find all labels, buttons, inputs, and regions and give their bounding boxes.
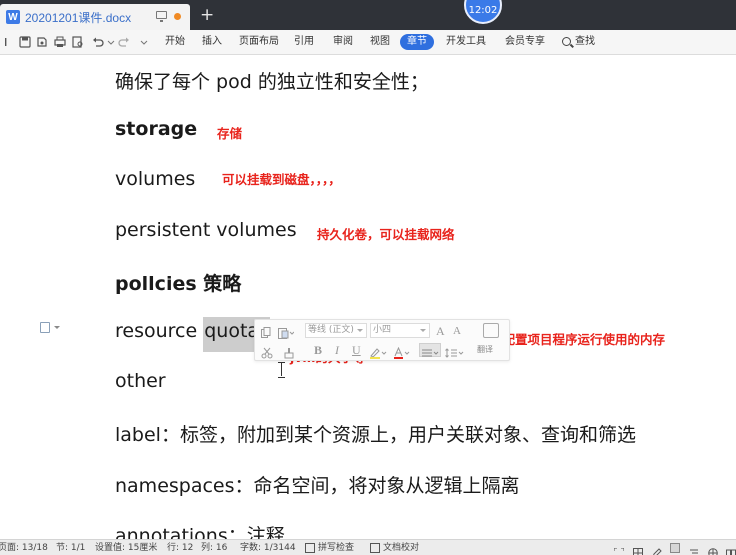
- resource-text: resource: [115, 320, 204, 342]
- highlight-color-icon[interactable]: [369, 344, 387, 359]
- status-word-count[interactable]: 字数: 1/3144: [240, 542, 296, 554]
- menu-page-layout[interactable]: 页面布局: [239, 35, 279, 49]
- title-bar: W 20201201课件.docx + 12:02: [0, 0, 736, 30]
- note-volumes: 可以挂载到磁盘，，，，: [222, 172, 341, 187]
- text-cursor-icon: [278, 362, 286, 378]
- menu-developer-tools[interactable]: 开发工具: [446, 35, 486, 49]
- ribbon-menu: 开始 插入 页面布局 引用 审阅 视图 章节 开发工具 会员专享 查找: [0, 30, 736, 55]
- cut-icon[interactable]: [261, 344, 273, 359]
- status-bar: 页面: 13/18 节: 1/1 设置值: 15厘米 行: 12 列: 16 字…: [0, 539, 736, 555]
- line-spacing-icon[interactable]: [445, 344, 465, 358]
- menu-home[interactable]: 开始: [165, 35, 185, 49]
- doc-line-storage: storage: [115, 118, 198, 140]
- menu-section[interactable]: 章节: [400, 34, 434, 50]
- customize-quick-access-icon[interactable]: [138, 36, 148, 48]
- translate-icon[interactable]: [483, 323, 499, 338]
- print-layout-icon[interactable]: [670, 543, 680, 553]
- search-icon[interactable]: [562, 37, 571, 46]
- translate-label[interactable]: 翻译: [477, 344, 493, 355]
- save-icon[interactable]: [19, 36, 31, 48]
- spell-check-icon[interactable]: [305, 543, 315, 553]
- clock-badge: 12:02: [464, 0, 502, 24]
- web-layout-icon[interactable]: [708, 543, 718, 555]
- font-family-select[interactable]: 等线 (正文): [305, 323, 367, 338]
- status-page[interactable]: 页面: 13/18: [0, 542, 48, 554]
- font-size-value: 小四: [373, 325, 392, 335]
- menu-lines-icon[interactable]: [4, 36, 16, 48]
- doc-line-annotations: annotations：注释: [115, 525, 285, 539]
- status-setting-value: 设置值: 15厘米: [95, 543, 158, 553]
- font-size-select[interactable]: 小四: [370, 323, 430, 338]
- pen-icon[interactable]: [652, 543, 662, 555]
- format-painter-icon[interactable]: [283, 344, 295, 359]
- document-tab-label: 20201201课件.docx: [25, 10, 132, 25]
- search-label[interactable]: 查找: [575, 35, 595, 49]
- reading-mode-icon[interactable]: [726, 543, 736, 555]
- font-color-icon[interactable]: [393, 344, 411, 359]
- doc-proofread-icon[interactable]: [370, 543, 380, 553]
- menu-review[interactable]: 审阅: [333, 35, 353, 49]
- doc-line-other: other: [115, 370, 166, 392]
- export-pdf-icon[interactable]: [36, 36, 48, 48]
- align-icon[interactable]: [419, 343, 441, 357]
- shrink-font-icon[interactable]: A: [453, 324, 461, 338]
- status-doc-proofread[interactable]: 文档校对: [383, 542, 419, 554]
- undo-dropdown-icon[interactable]: [105, 36, 115, 48]
- menu-insert[interactable]: 插入: [202, 35, 222, 49]
- note-storage: 存储: [217, 126, 243, 141]
- page-view-icon[interactable]: [633, 543, 643, 555]
- status-row: 行: 12: [167, 543, 194, 553]
- copy-format-icon[interactable]: [261, 324, 271, 338]
- doc-line-label: label：标签，附加到某个资源上，用户关联对象、查询和筛选: [115, 424, 636, 446]
- new-tab-button[interactable]: +: [200, 5, 214, 25]
- doc-line-resource-quotas: resource quotas: [115, 317, 270, 352]
- doc-line-volumes: volumes: [115, 168, 196, 190]
- paragraph-handle-icon[interactable]: [40, 322, 60, 333]
- print-icon[interactable]: [54, 36, 66, 48]
- unsaved-dot-icon: [174, 13, 181, 20]
- outline-view-icon[interactable]: [689, 543, 699, 554]
- status-spell-check[interactable]: 拼写检查: [318, 542, 354, 554]
- document-tab[interactable]: W 20201201课件.docx: [0, 4, 190, 30]
- menu-member-exclusive[interactable]: 会员专享: [505, 35, 545, 49]
- grow-font-icon[interactable]: A: [436, 324, 445, 338]
- document-page[interactable]: 确保了每个 pod 的独立性和安全性； storage 存储 volumes 可…: [0, 56, 736, 539]
- note-persistent-volumes: 持久化卷，可以挂载网络: [317, 227, 455, 242]
- menu-view[interactable]: 视图: [370, 35, 390, 49]
- status-section: 节: 1/1: [56, 543, 86, 553]
- underline-button[interactable]: U: [352, 343, 361, 357]
- doc-line-persistent-volumes: persistent volumes: [115, 219, 297, 241]
- doc-line-policies: pollcies 策略: [115, 273, 242, 295]
- fullscreen-icon[interactable]: [613, 543, 625, 555]
- floating-format-toolbar: 等线 (正文) 小四 A A B I U 翻译: [254, 319, 510, 361]
- status-column: 列: 16: [201, 543, 228, 553]
- italic-button[interactable]: I: [335, 343, 339, 357]
- monitor-icon[interactable]: [156, 11, 167, 22]
- doc-line-namespaces: namespaces：命名空间，将对象从逻辑上隔离: [115, 475, 520, 497]
- menu-references[interactable]: 引用: [294, 35, 314, 49]
- wps-writer-icon: W: [6, 10, 20, 24]
- redo-icon[interactable]: [118, 36, 130, 48]
- paste-icon[interactable]: [278, 324, 295, 339]
- undo-icon[interactable]: [92, 36, 104, 48]
- bold-button[interactable]: B: [314, 343, 322, 357]
- doc-line-pod-security: 确保了每个 pod 的独立性和安全性；: [115, 71, 429, 93]
- print-preview-icon[interactable]: [72, 36, 84, 48]
- font-family-value: 等线 (正文): [308, 325, 354, 335]
